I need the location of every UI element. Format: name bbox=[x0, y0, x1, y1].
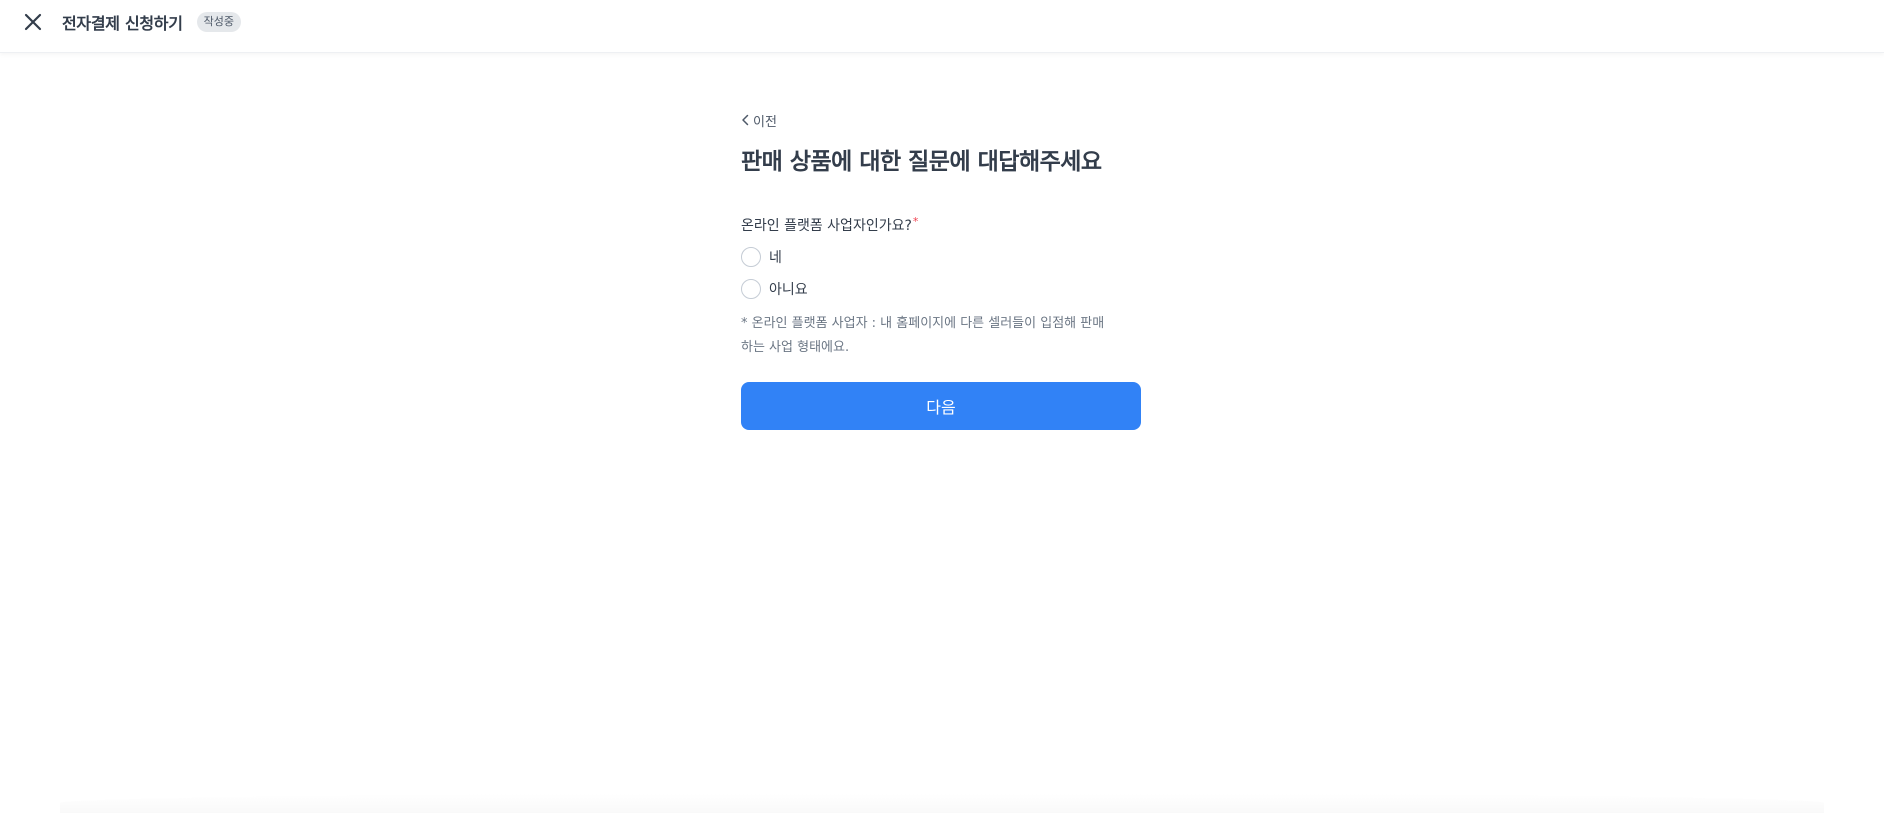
next-button[interactable]: 다음 bbox=[741, 382, 1141, 430]
window-title: 전자결제 신청하기 bbox=[62, 14, 183, 33]
form-container: 이전 판매 상품에 대한 질문에 대답해주세요 온라인 플랫폼 사업자인가요?*… bbox=[741, 110, 1141, 430]
close-icon bbox=[24, 13, 42, 31]
radio-option-no[interactable]: 아니요 bbox=[741, 278, 1141, 300]
back-button[interactable]: 이전 bbox=[741, 110, 777, 130]
help-note: * 온라인 플랫폼 사업자 : 내 홈페이지에 다른 셀러들이 입점해 판매하는… bbox=[741, 316, 1105, 355]
bottom-shadow bbox=[60, 793, 1824, 813]
close-button[interactable] bbox=[22, 11, 44, 33]
option-label: 네 bbox=[769, 250, 782, 266]
question-label: 온라인 플랫폼 사업자인가요?* bbox=[741, 215, 1141, 236]
back-label: 이전 bbox=[753, 114, 777, 130]
question-text: 온라인 플랫폼 사업자인가요? bbox=[741, 218, 912, 234]
chevron-left-icon bbox=[742, 114, 749, 126]
required-mark: * bbox=[912, 215, 919, 228]
option-label: 아니요 bbox=[769, 282, 808, 298]
page-title: 판매 상품에 대한 질문에 대답해주세요 bbox=[741, 149, 1102, 175]
status-badge: 작성중 bbox=[196, 12, 242, 32]
top-bar: 전자결제 신청하기 작성중 bbox=[0, 0, 1884, 53]
radio-button[interactable] bbox=[741, 279, 761, 299]
radio-option-yes[interactable]: 네 bbox=[741, 246, 1141, 268]
radio-button[interactable] bbox=[741, 247, 761, 267]
